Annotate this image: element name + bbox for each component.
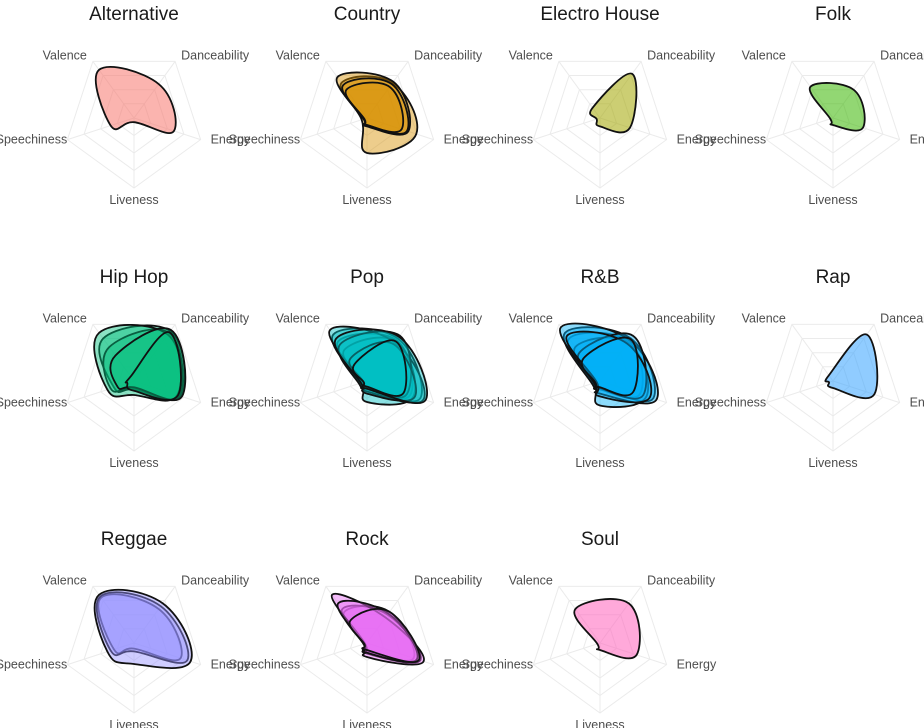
panel-title: R&B bbox=[580, 267, 619, 288]
axis-label-danceability: Danceability bbox=[414, 573, 483, 587]
axis-label-speechiness: Speechiness bbox=[229, 396, 301, 410]
axis-label-valence: Valence bbox=[509, 311, 553, 325]
axis-label-valence: Valence bbox=[276, 573, 320, 587]
axis-label-liveness: Liveness bbox=[342, 456, 391, 470]
panel-hip-hop: Hip HopDanceabilityEnergyLivenessSpeechi… bbox=[0, 267, 251, 470]
panel-title: Pop bbox=[350, 267, 384, 288]
panel-electro-house: Electro HouseDanceabilityEnergyLivenessS… bbox=[462, 4, 717, 207]
axis-label-speechiness: Speechiness bbox=[462, 396, 534, 410]
axis-label-danceability: Danceability bbox=[181, 573, 250, 587]
panel-title: Hip Hop bbox=[100, 267, 169, 288]
axis-label-liveness: Liveness bbox=[342, 718, 391, 728]
panel-reggae: ReggaeDanceabilityEnergyLivenessSpeechin… bbox=[0, 529, 251, 728]
panel-rap: Rap Danceability Energy Liveness Speechiness… bbox=[695, 267, 924, 470]
series-electro-house bbox=[589, 72, 638, 134]
radar-chart-grid: Alternative Danceability Energy Liveness Spe… bbox=[0, 4, 924, 728]
axis-label-danceability: Danceability bbox=[181, 311, 250, 325]
panel-pop: PopDanceabilityEnergyLivenessSpeechiness… bbox=[229, 267, 484, 470]
panel-alternative: AlternativeDanceabilityEnergyLivenessSpe… bbox=[0, 4, 251, 207]
axis-label-valence: Valence bbox=[276, 311, 320, 325]
axis-label-speechiness: Speechiness bbox=[0, 658, 67, 672]
series-reggae bbox=[93, 588, 193, 670]
axis-label-danceability: Danceability bbox=[647, 573, 716, 587]
axis-label-liveness: Liveness bbox=[808, 193, 857, 207]
track-shape bbox=[348, 608, 421, 663]
axis-label-speechiness: Speechiness bbox=[0, 396, 67, 410]
panel-title: Electro House bbox=[540, 4, 659, 25]
axis-label-danceability: Danceability bbox=[414, 311, 483, 325]
axis-label-speechiness: Speechiness bbox=[462, 658, 534, 672]
panel-rock: RockDanceabilityEnergyLivenessSpeechines… bbox=[229, 529, 484, 728]
track-shape bbox=[808, 82, 866, 132]
axis-label-valence: Valence bbox=[43, 48, 87, 62]
panel-title: Rock bbox=[345, 529, 389, 550]
track-shape bbox=[93, 588, 193, 670]
axis-label-liveness: Liveness bbox=[342, 193, 391, 207]
series-hip-hop bbox=[93, 324, 187, 402]
axis-label-speechiness: Speechiness bbox=[0, 133, 67, 147]
series-folk bbox=[808, 82, 866, 132]
axis-label-speechiness: Speechiness bbox=[229, 658, 301, 672]
axis-label-speechiness: Speechiness bbox=[229, 133, 301, 147]
series-country bbox=[335, 71, 419, 155]
axis-label-liveness: Liveness bbox=[575, 456, 624, 470]
panel-title: Reggae bbox=[101, 529, 168, 550]
axis-label-liveness: Liveness bbox=[109, 718, 158, 728]
axis-label-valence: Valence bbox=[43, 573, 87, 587]
axis-label-valence: Valence bbox=[742, 311, 786, 325]
panel-title: Folk bbox=[815, 4, 851, 25]
series-rap bbox=[824, 333, 879, 400]
axis-label-energy: Energy bbox=[910, 396, 924, 410]
axis-label-valence: Valence bbox=[276, 48, 320, 62]
panel-country: CountryDanceabilityEnergyLivenessSpeechi… bbox=[229, 4, 484, 207]
panel-folk: Folk Danceability Energy Liveness Speechines… bbox=[695, 4, 924, 207]
axis-label-danceability: Danceability bbox=[647, 48, 716, 62]
axis-label-liveness: Liveness bbox=[575, 718, 624, 728]
axis-label-liveness: Liveness bbox=[109, 193, 158, 207]
series-rock bbox=[330, 592, 425, 666]
axis-label-valence: Valence bbox=[43, 311, 87, 325]
axis-label-danceability: Danceability bbox=[880, 311, 924, 325]
axis-label-valence: Valence bbox=[509, 48, 553, 62]
axis-label-valence: Valence bbox=[742, 48, 786, 62]
series-r-b bbox=[559, 322, 659, 408]
panel-soul: Soul Danceability Energy Liveness Speechines… bbox=[462, 529, 717, 728]
axis-label-speechiness: Speechiness bbox=[462, 133, 534, 147]
axis-label-speechiness: Speechiness bbox=[695, 396, 767, 410]
axis-label-liveness: Liveness bbox=[109, 456, 158, 470]
axis-label-danceability: Danceability bbox=[647, 311, 716, 325]
axis-label-liveness: Liveness bbox=[575, 193, 624, 207]
axis-label-danceability: Danceability bbox=[880, 48, 924, 62]
panel-title: Soul bbox=[581, 529, 619, 550]
axis-label-energy: Energy bbox=[910, 133, 924, 147]
axis-label-energy: Energy bbox=[677, 658, 717, 672]
axis-label-valence: Valence bbox=[509, 573, 553, 587]
axis-label-liveness: Liveness bbox=[808, 456, 857, 470]
panel-title: Alternative bbox=[89, 4, 179, 25]
axis-label-danceability: Danceability bbox=[181, 48, 250, 62]
panel-title: Rap bbox=[816, 267, 851, 288]
axis-label-danceability: Danceability bbox=[414, 48, 483, 62]
axis-label-speechiness: Speechiness bbox=[695, 133, 767, 147]
track-shape bbox=[589, 72, 638, 134]
panel-title: Country bbox=[334, 4, 401, 25]
panel-r-b: R&BDanceabilityEnergyLivenessSpeechiness… bbox=[462, 267, 717, 470]
track-shape bbox=[824, 333, 879, 400]
